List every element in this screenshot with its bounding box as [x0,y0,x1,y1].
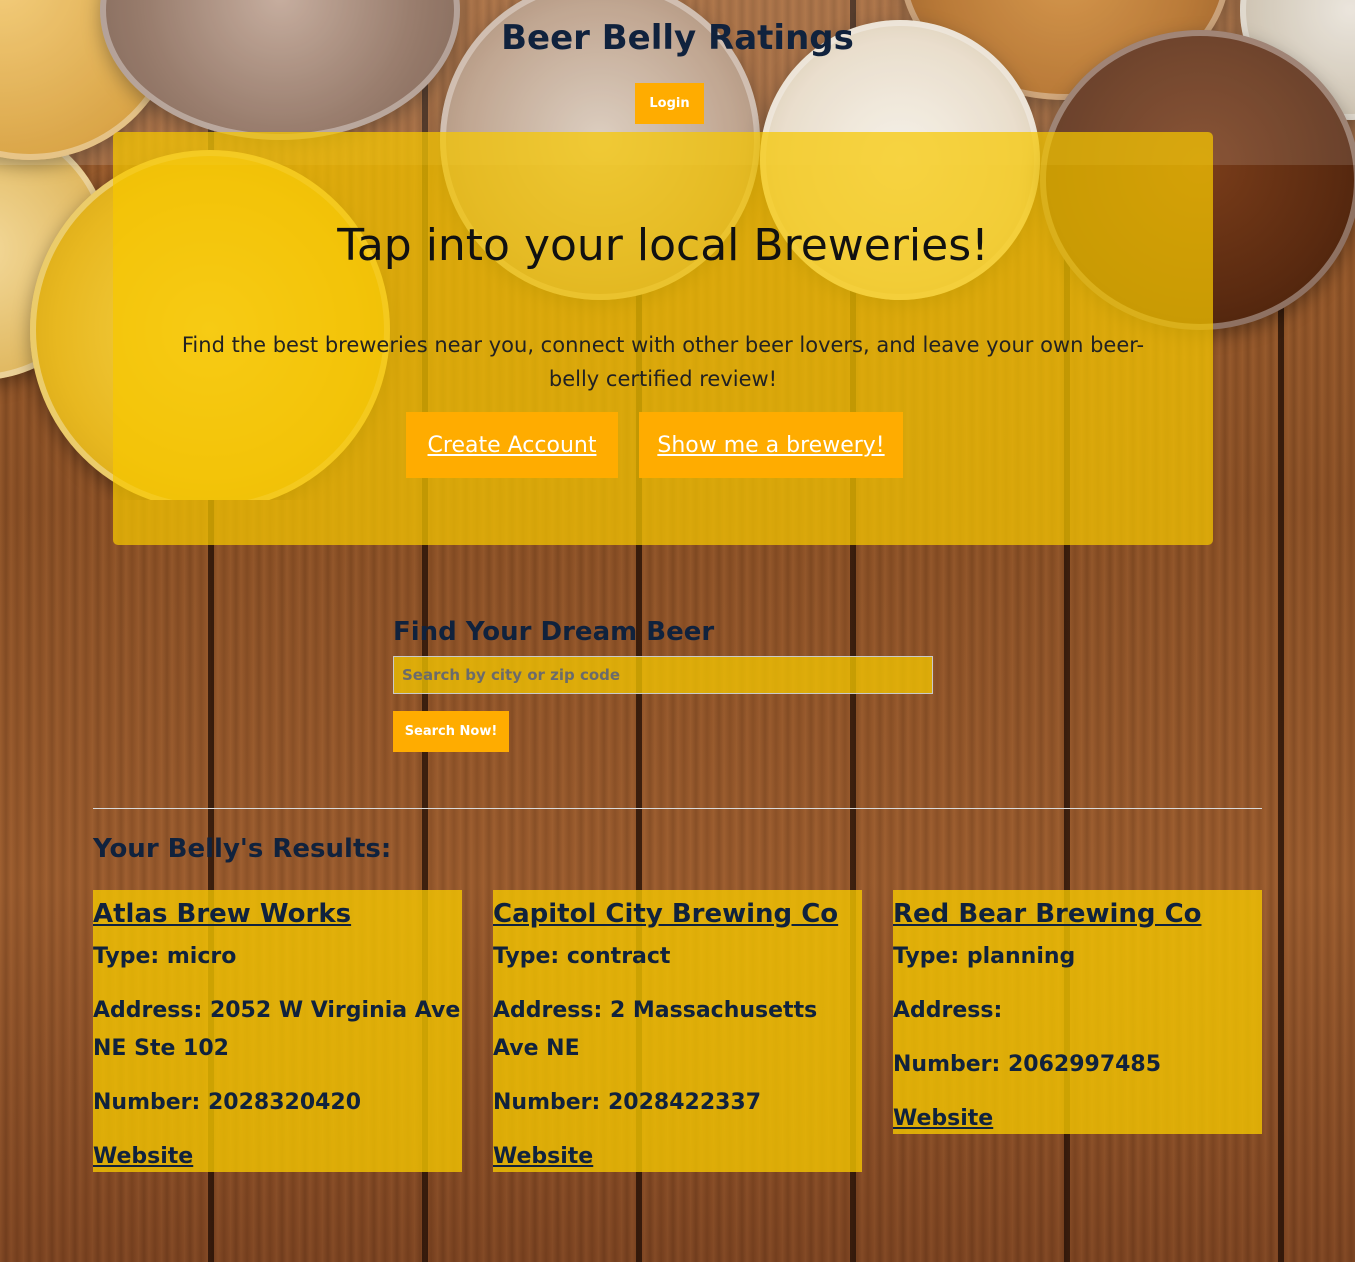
brewery-number: Number: 2028320420 [93,1090,362,1115]
brewery-card: Atlas Brew Works Type: micro Address: 20… [93,890,462,1172]
hero-title: Tap into your local Breweries! [337,220,989,271]
brewery-type: Type: planning [893,944,1076,969]
brewery-address: Address: 2 Massachusetts Ave NE [493,998,818,1061]
divider [93,808,1262,809]
search-heading: Find Your Dream Beer [393,617,715,647]
brewery-name-link[interactable]: Capitol City Brewing Co [493,890,862,930]
hero-panel: Tap into your local Breweries! Find the … [113,132,1213,545]
brewery-type: Type: contract [493,944,671,969]
brewery-address: Address: 2052 W Virginia Ave NE Ste 102 [93,998,461,1061]
show-brewery-button[interactable]: Show me a brewery! [639,412,903,478]
login-button[interactable]: Login [635,83,704,124]
brewery-website-link[interactable]: Website [93,1138,462,1176]
site-title: Beer Belly Ratings [501,18,854,58]
brewery-website-link[interactable]: Website [893,1100,1262,1138]
brewery-number: Number: 2062997485 [893,1052,1162,1077]
create-account-button[interactable]: Create Account [406,412,618,478]
brewery-address: Address: [893,998,1003,1023]
brewery-type: Type: micro [93,944,237,969]
brewery-name-link[interactable]: Red Bear Brewing Co [893,890,1262,930]
hero-description: Find the best breweries near you, connec… [181,333,1145,391]
brewery-website-link[interactable]: Website [493,1138,862,1176]
brewery-number: Number: 2028422337 [493,1090,762,1115]
brewery-name-link[interactable]: Atlas Brew Works [93,890,462,930]
search-input[interactable] [393,656,933,694]
brewery-card: Capitol City Brewing Co Type: contract A… [493,890,862,1172]
results-heading: Your Belly's Results: [93,834,392,864]
brewery-card: Red Bear Brewing Co Type: planning Addre… [893,890,1262,1134]
search-button[interactable]: Search Now! [393,711,509,752]
search-section: Find Your Dream Beer Search Now! [393,612,933,752]
